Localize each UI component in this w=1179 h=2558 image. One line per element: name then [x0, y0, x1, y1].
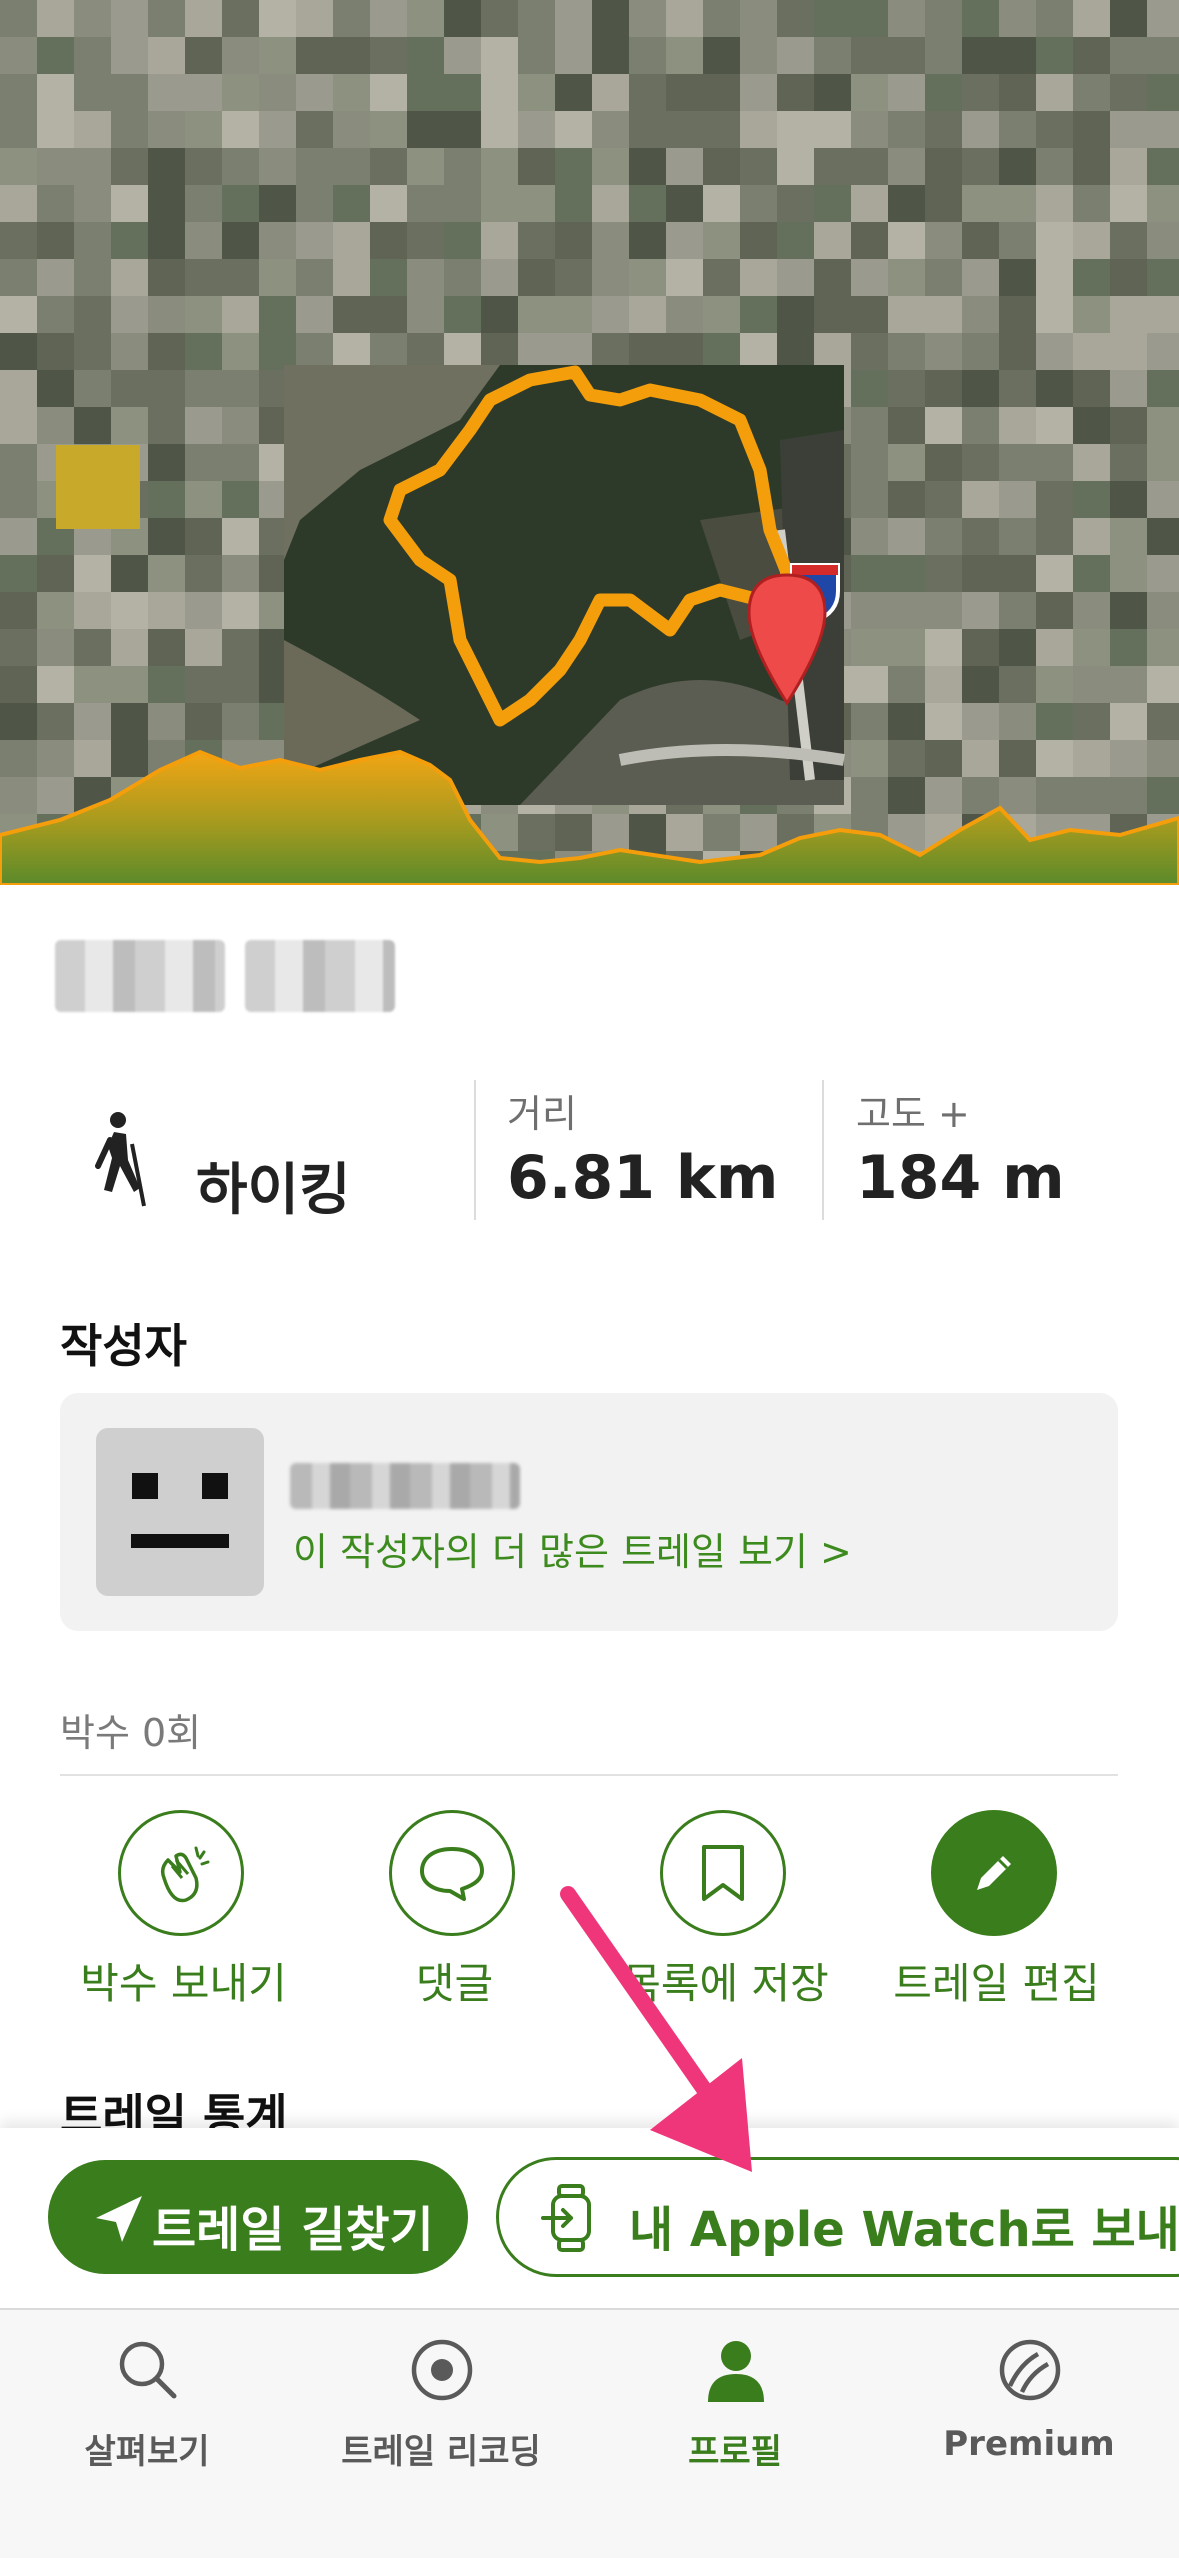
send-watch-label: 내 Apple Watch로 보내기 [629, 2202, 1179, 2258]
divider [822, 1080, 824, 1220]
more-trails-link[interactable]: 이 작성자의 더 많은 트레일 보기 > [293, 1521, 852, 1576]
navigation-arrow-icon [96, 2196, 142, 2242]
navigate-trail-button[interactable]: 트레일 길찾기 [48, 2160, 468, 2274]
tab-explore[interactable]: 살펴보기 [0, 2326, 294, 2476]
hiking-icon [95, 1112, 146, 1207]
author-section-title: 작성자 [60, 1319, 187, 1373]
elevation-value: 184 m [856, 1143, 1065, 1213]
tab-record[interactable]: 트레일 리코딩 [294, 2326, 588, 2476]
clap-count: 박수 0회 [60, 1711, 202, 1755]
avatar [96, 1428, 264, 1596]
trail-title-redacted [55, 940, 405, 1012]
save-label: 목록에 저장 [622, 1959, 829, 2008]
author-card[interactable]: 이 작성자의 더 많은 트레일 보기 > [60, 1393, 1118, 1631]
profile-icon [708, 2341, 764, 2402]
save-circle [660, 1810, 786, 1936]
divider [60, 1774, 1118, 1776]
comment-label: 댓글 [415, 1959, 494, 2008]
tab-label: 프로필 [688, 2432, 782, 2472]
comment-bubble-icon [420, 1847, 484, 1901]
avatar-mouth [131, 1534, 229, 1548]
elevation-label: 고도 + [856, 1092, 970, 1136]
tab-label: 트레일 리코딩 [341, 2432, 541, 2472]
record-icon [411, 2339, 473, 2401]
bottom-action-bar: 트레일 길찾기 내 Apple Watch로 보내기 [0, 2128, 1179, 2308]
tab-bar: 살펴보기 트레일 리코딩 프로필 Premium [0, 2308, 1179, 2558]
pencil-icon [977, 1856, 1011, 1890]
edit-label: 트레일 편집 [893, 1959, 1100, 2008]
tab-label: 살펴보기 [84, 2432, 210, 2472]
distance-label: 거리 [507, 1092, 577, 1136]
avatar-eye [202, 1473, 228, 1499]
clap-circle [118, 1810, 244, 1936]
save-to-list-button[interactable]: 목록에 저장 [590, 1810, 861, 2010]
watch-icon [541, 2184, 591, 2252]
tab-label: Premium [943, 2424, 1115, 2464]
map-image [0, 0, 1179, 885]
edit-circle [931, 1810, 1057, 1936]
search-icon [119, 2341, 177, 2399]
distance-value: 6.81 km [507, 1143, 779, 1213]
edit-trail-button[interactable]: 트레일 편집 [861, 1810, 1132, 2010]
activity-type: 하이킹 [196, 1158, 351, 1223]
avatar-eye [132, 1473, 158, 1499]
clapping-hands-icon [160, 1846, 210, 1903]
trail-stats-row: 하이킹 거리 6.81 km 고도 + 184 m [0, 1075, 1179, 1225]
tab-premium[interactable]: Premium [882, 2326, 1176, 2476]
divider [474, 1080, 476, 1220]
trail-map[interactable] [0, 0, 1179, 885]
premium-icon [999, 2339, 1061, 2401]
tab-profile[interactable]: 프로필 [588, 2326, 882, 2476]
bookmark-icon [702, 1845, 744, 1901]
clap-button[interactable]: 박수 보내기 [48, 1810, 319, 2010]
navigate-label: 트레일 길찾기 [152, 2202, 434, 2258]
clap-label: 박수 보내기 [80, 1959, 287, 2008]
comment-button[interactable]: 댓글 [319, 1810, 590, 2010]
comment-circle [389, 1810, 515, 1936]
author-name-redacted [290, 1463, 520, 1509]
send-to-watch-button[interactable]: 내 Apple Watch로 보내기 [496, 2157, 1179, 2277]
